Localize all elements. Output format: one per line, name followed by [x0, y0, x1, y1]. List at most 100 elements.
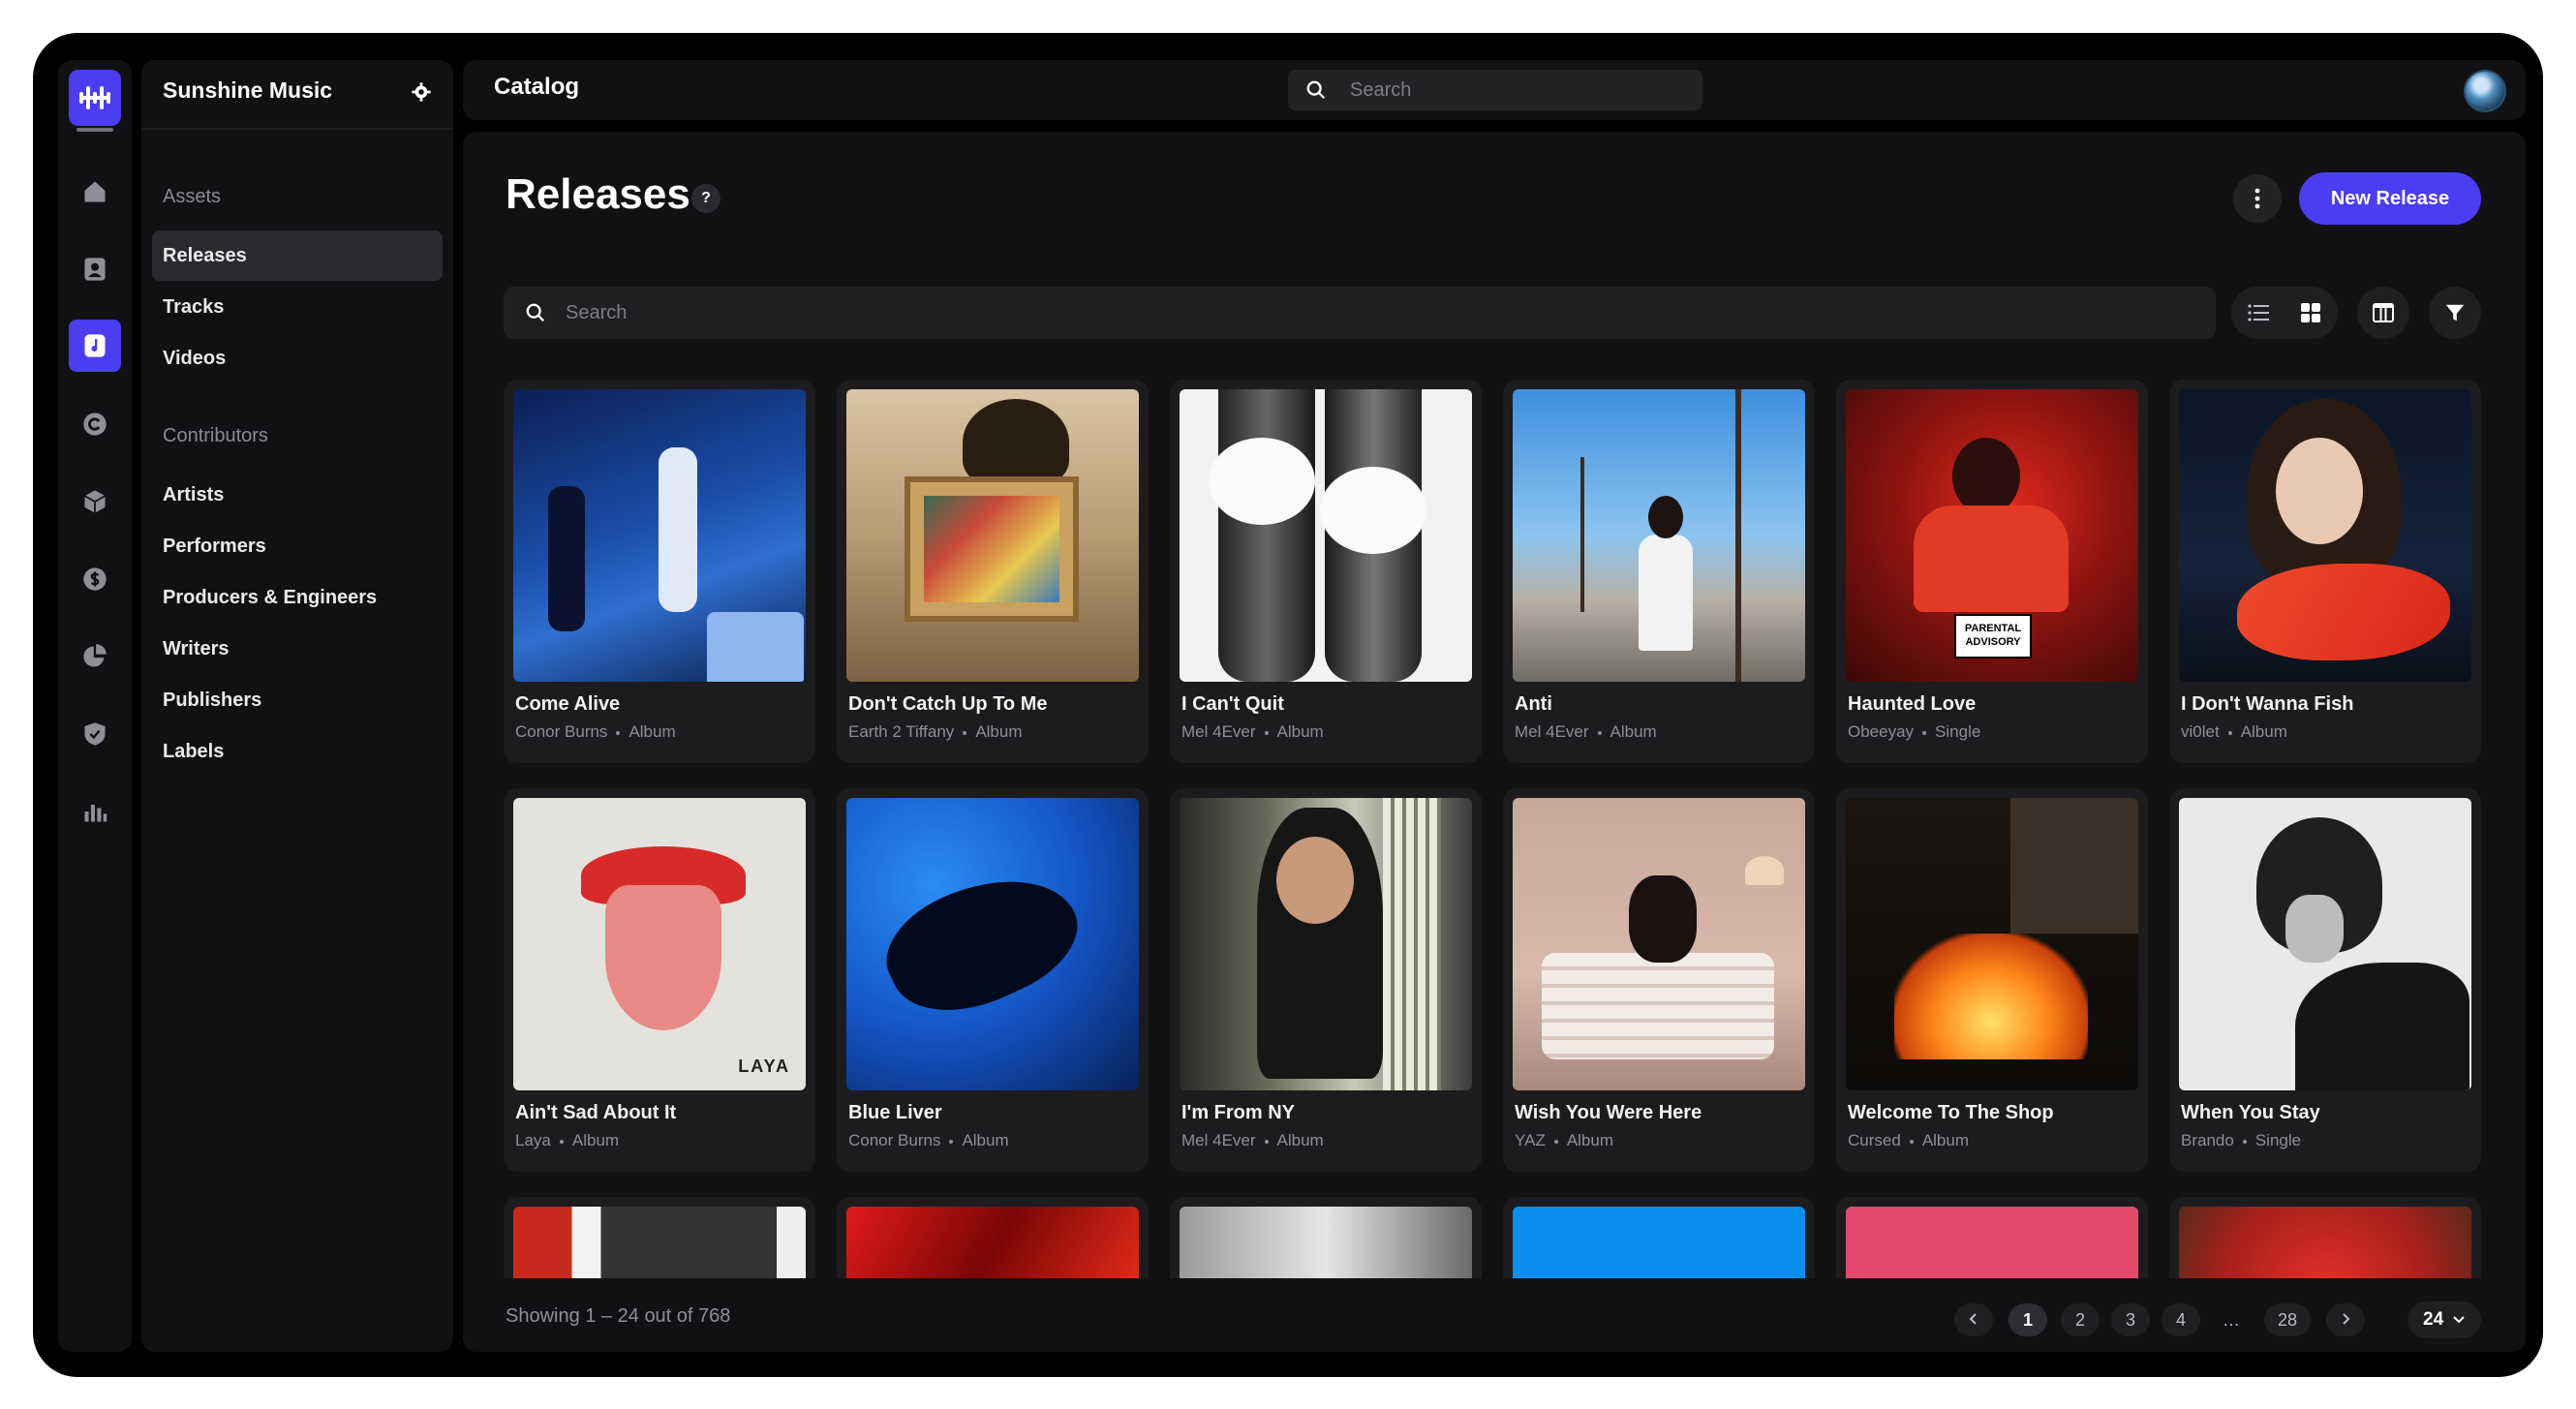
- rail-box[interactable]: [76, 482, 114, 521]
- sidebar: Sunshine Music Assets Releases Tracks Vi…: [141, 60, 453, 1352]
- release-title: Wish You Were Here: [1515, 1102, 1702, 1123]
- rail-copyright[interactable]: [76, 405, 114, 444]
- rail-contacts[interactable]: [76, 250, 114, 289]
- release-type: Album: [1276, 722, 1324, 741]
- workspace-settings-button[interactable]: [411, 81, 432, 107]
- page-ellipsis: …: [2223, 1310, 2240, 1330]
- sidebar-item-labels[interactable]: Labels: [152, 726, 443, 777]
- release-card[interactable]: PARENTAL ADVISORY Haunted Love Obeeyay Si…: [1836, 380, 2148, 763]
- release-artist: Cursed: [1848, 1131, 1901, 1149]
- releases-search-placeholder: Search: [566, 302, 628, 323]
- release-artist: Mel 4Ever: [1181, 1131, 1256, 1149]
- rail-shield[interactable]: [76, 715, 114, 753]
- release-type: Album: [1921, 1131, 1969, 1149]
- release-type: Album: [629, 722, 676, 741]
- release-card[interactable]: Wish You Were Here YAZ Album: [1503, 788, 1815, 1172]
- grid-view-button[interactable]: [2291, 293, 2330, 332]
- release-title: I'm From NY: [1181, 1102, 1295, 1123]
- page-button-28[interactable]: 28: [2264, 1303, 2311, 1336]
- search-icon: [1306, 80, 1326, 100]
- home-icon: [84, 181, 106, 202]
- release-card[interactable]: Anti Mel 4Ever Album: [1503, 380, 1815, 763]
- rail-catalog[interactable]: [69, 320, 121, 372]
- per-page-select[interactable]: 24: [2407, 1302, 2481, 1338]
- pie-chart-icon: [83, 644, 107, 667]
- release-card[interactable]: LAYA Ain't Sad About It Laya Album: [504, 788, 815, 1172]
- release-type: Album: [2240, 722, 2287, 741]
- per-page-value: 24: [2423, 1309, 2444, 1330]
- sidebar-item-producers[interactable]: Producers & Engineers: [152, 572, 443, 623]
- page-button-3[interactable]: 3: [2111, 1303, 2150, 1336]
- release-title: Come Alive: [515, 693, 621, 715]
- release-type: Album: [975, 722, 1023, 741]
- new-release-button[interactable]: New Release: [2299, 172, 2481, 225]
- help-button[interactable]: ?: [691, 184, 721, 213]
- columns-icon: [2373, 303, 2394, 322]
- waveform-logo-icon: [79, 86, 110, 109]
- release-artist: Mel 4Ever: [1181, 722, 1256, 741]
- shield-icon: [84, 722, 106, 746]
- rail-home[interactable]: [76, 172, 114, 211]
- sidebar-item-publishers[interactable]: Publishers: [152, 675, 443, 725]
- releases-search-input[interactable]: Search: [504, 287, 2216, 339]
- gear-icon: [412, 82, 431, 102]
- more-options-button[interactable]: [2233, 174, 2282, 223]
- release-artist: Conor Burns: [515, 722, 608, 741]
- app-logo[interactable]: [69, 70, 121, 132]
- rail-reports[interactable]: [76, 792, 114, 831]
- release-cover: [1513, 798, 1805, 1090]
- sidebar-item-writers[interactable]: Writers: [152, 624, 443, 674]
- release-artist: YAZ: [1515, 1131, 1546, 1149]
- release-cover: [2179, 389, 2471, 682]
- release-title: Don't Catch Up To Me: [848, 693, 1048, 715]
- page-button-2[interactable]: 2: [2061, 1303, 2100, 1336]
- sidebar-item-artists[interactable]: Artists: [152, 470, 443, 520]
- release-artist: Obeeyay: [1848, 722, 1915, 741]
- release-cover: [1846, 798, 2138, 1090]
- workspace-name: Sunshine Music: [163, 77, 333, 103]
- release-card[interactable]: I Can't Quit Mel 4Ever Album: [1170, 380, 1482, 763]
- release-type: Single: [2254, 1131, 2302, 1149]
- columns-button[interactable]: [2357, 287, 2409, 339]
- view-toggle: [2231, 287, 2338, 339]
- user-avatar[interactable]: [2464, 70, 2506, 112]
- prev-page-button[interactable]: [1954, 1303, 1993, 1336]
- bar-chart-icon: [84, 805, 107, 822]
- grid-icon: [2301, 303, 2320, 322]
- global-search-input[interactable]: Search: [1288, 70, 1702, 110]
- release-card[interactable]: Welcome To The Shop Cursed Album: [1836, 788, 2148, 1172]
- global-search-placeholder: Search: [1350, 79, 1412, 101]
- release-artist: Earth 2 Tiffany: [848, 722, 955, 741]
- release-type: Album: [1610, 722, 1657, 741]
- main-panel: Releases ? New Release Search Come Alive: [463, 132, 2526, 1352]
- icon-rail: [58, 60, 132, 1352]
- page-button-1[interactable]: 1: [2009, 1303, 2047, 1336]
- pagination-bar: Showing 1 – 24 out of 768 1 2 3 4 … 28 2…: [463, 1278, 2526, 1352]
- release-card[interactable]: Don't Catch Up To Me Earth 2 Tiffany Albu…: [837, 380, 1149, 763]
- release-cover: [1180, 798, 1472, 1090]
- rail-analytics-pie[interactable]: [76, 637, 114, 676]
- release-card[interactable]: When You Stay Brando Single: [2169, 788, 2481, 1172]
- sidebar-item-performers[interactable]: Performers: [152, 521, 443, 571]
- release-artist: Brando: [2181, 1131, 2234, 1149]
- release-cover: [846, 798, 1139, 1090]
- release-card[interactable]: Come Alive Conor Burns Album: [504, 380, 815, 763]
- copyright-icon: [83, 413, 107, 436]
- release-card[interactable]: Blue Liver Conor Burns Album: [837, 788, 1149, 1172]
- chevron-right-icon: [2343, 1313, 2350, 1325]
- next-page-button[interactable]: [2326, 1303, 2365, 1336]
- page-button-4[interactable]: 4: [2162, 1303, 2200, 1336]
- list-view-button[interactable]: [2239, 293, 2278, 332]
- sidebar-item-tracks[interactable]: Tracks: [152, 282, 443, 332]
- filter-button[interactable]: [2429, 287, 2481, 339]
- music-file-icon: [84, 334, 106, 357]
- release-artist: Laya: [515, 1131, 551, 1149]
- parental-advisory-label: PARENTAL ADVISORY: [1954, 614, 2032, 659]
- sidebar-item-releases[interactable]: Releases: [152, 230, 443, 281]
- rail-dollar[interactable]: [76, 560, 114, 598]
- more-vertical-icon: [2254, 188, 2260, 209]
- dollar-icon: [83, 567, 107, 591]
- release-card[interactable]: I'm From NY Mel 4Ever Album: [1170, 788, 1482, 1172]
- sidebar-item-videos[interactable]: Videos: [152, 333, 443, 383]
- release-card[interactable]: I Don't Wanna Fish vi0let Album: [2169, 380, 2481, 763]
